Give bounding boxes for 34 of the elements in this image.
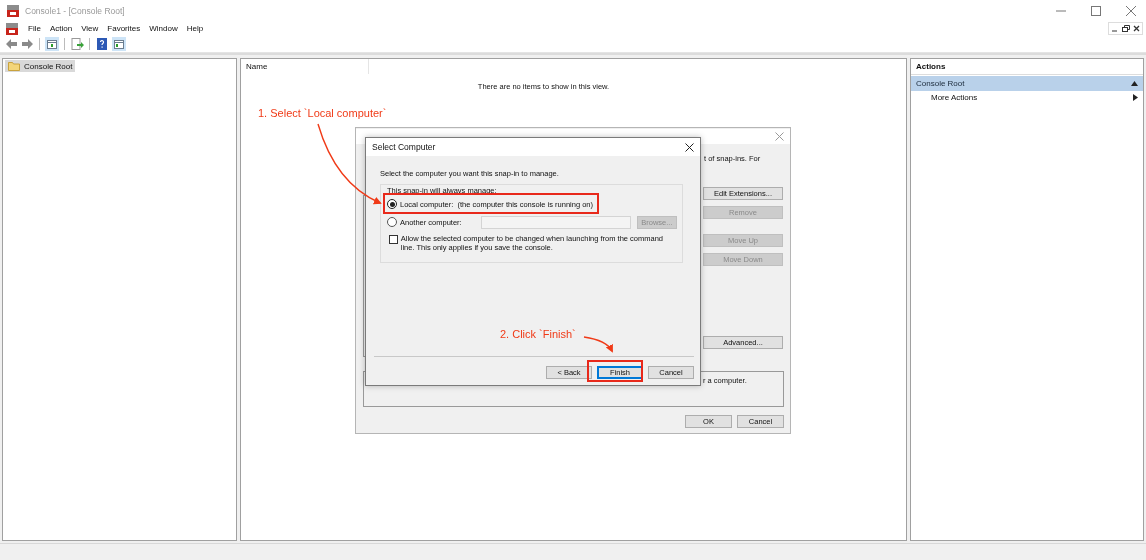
actions-section-header[interactable]: Console Root: [911, 76, 1143, 91]
menu-item[interactable]: Help: [186, 24, 204, 33]
app-icon: [5, 21, 19, 36]
annotation-text: 1. Select `Local computer`: [258, 107, 387, 119]
export-list-icon[interactable]: [70, 37, 84, 51]
close-icon[interactable]: [1131, 23, 1142, 33]
pane-toggle-icon[interactable]: [45, 37, 59, 51]
folder-icon: [8, 61, 20, 71]
pane-toggle-icon[interactable]: [112, 37, 126, 51]
highlight-frame: [587, 360, 643, 382]
menu-item[interactable]: View: [81, 24, 99, 33]
app-icon: [6, 3, 20, 18]
back-arrow-icon[interactable]: [5, 38, 18, 50]
actions-header: Actions: [911, 59, 1143, 75]
window-title: Console1 - [Console Root]: [25, 5, 125, 16]
forward-arrow-icon[interactable]: [21, 38, 34, 50]
menu-item[interactable]: File: [28, 24, 41, 33]
column-header[interactable]: Name: [241, 59, 369, 74]
annotation-arrow: [583, 336, 613, 353]
action-item[interactable]: More Actions: [911, 91, 1143, 104]
tree-item[interactable]: Console Root: [5, 60, 76, 72]
radio-button[interactable]: [387, 217, 397, 227]
menu-item[interactable]: Window: [149, 24, 178, 33]
restore-icon[interactable]: [1120, 23, 1131, 33]
menu-item[interactable]: Favorites: [107, 24, 141, 33]
annotation-text: 2. Click `Finish`: [500, 328, 576, 340]
dialog-title: Select Computer: [372, 142, 436, 152]
menu-item[interactable]: Action: [49, 24, 73, 33]
collapse-caret-icon: [1131, 81, 1138, 86]
radio-button[interactable]: [387, 199, 397, 209]
submenu-caret-icon: [1133, 94, 1138, 101]
checkbox[interactable]: [389, 235, 398, 244]
close-icon[interactable]: [685, 142, 694, 152]
help-icon[interactable]: [95, 37, 109, 51]
